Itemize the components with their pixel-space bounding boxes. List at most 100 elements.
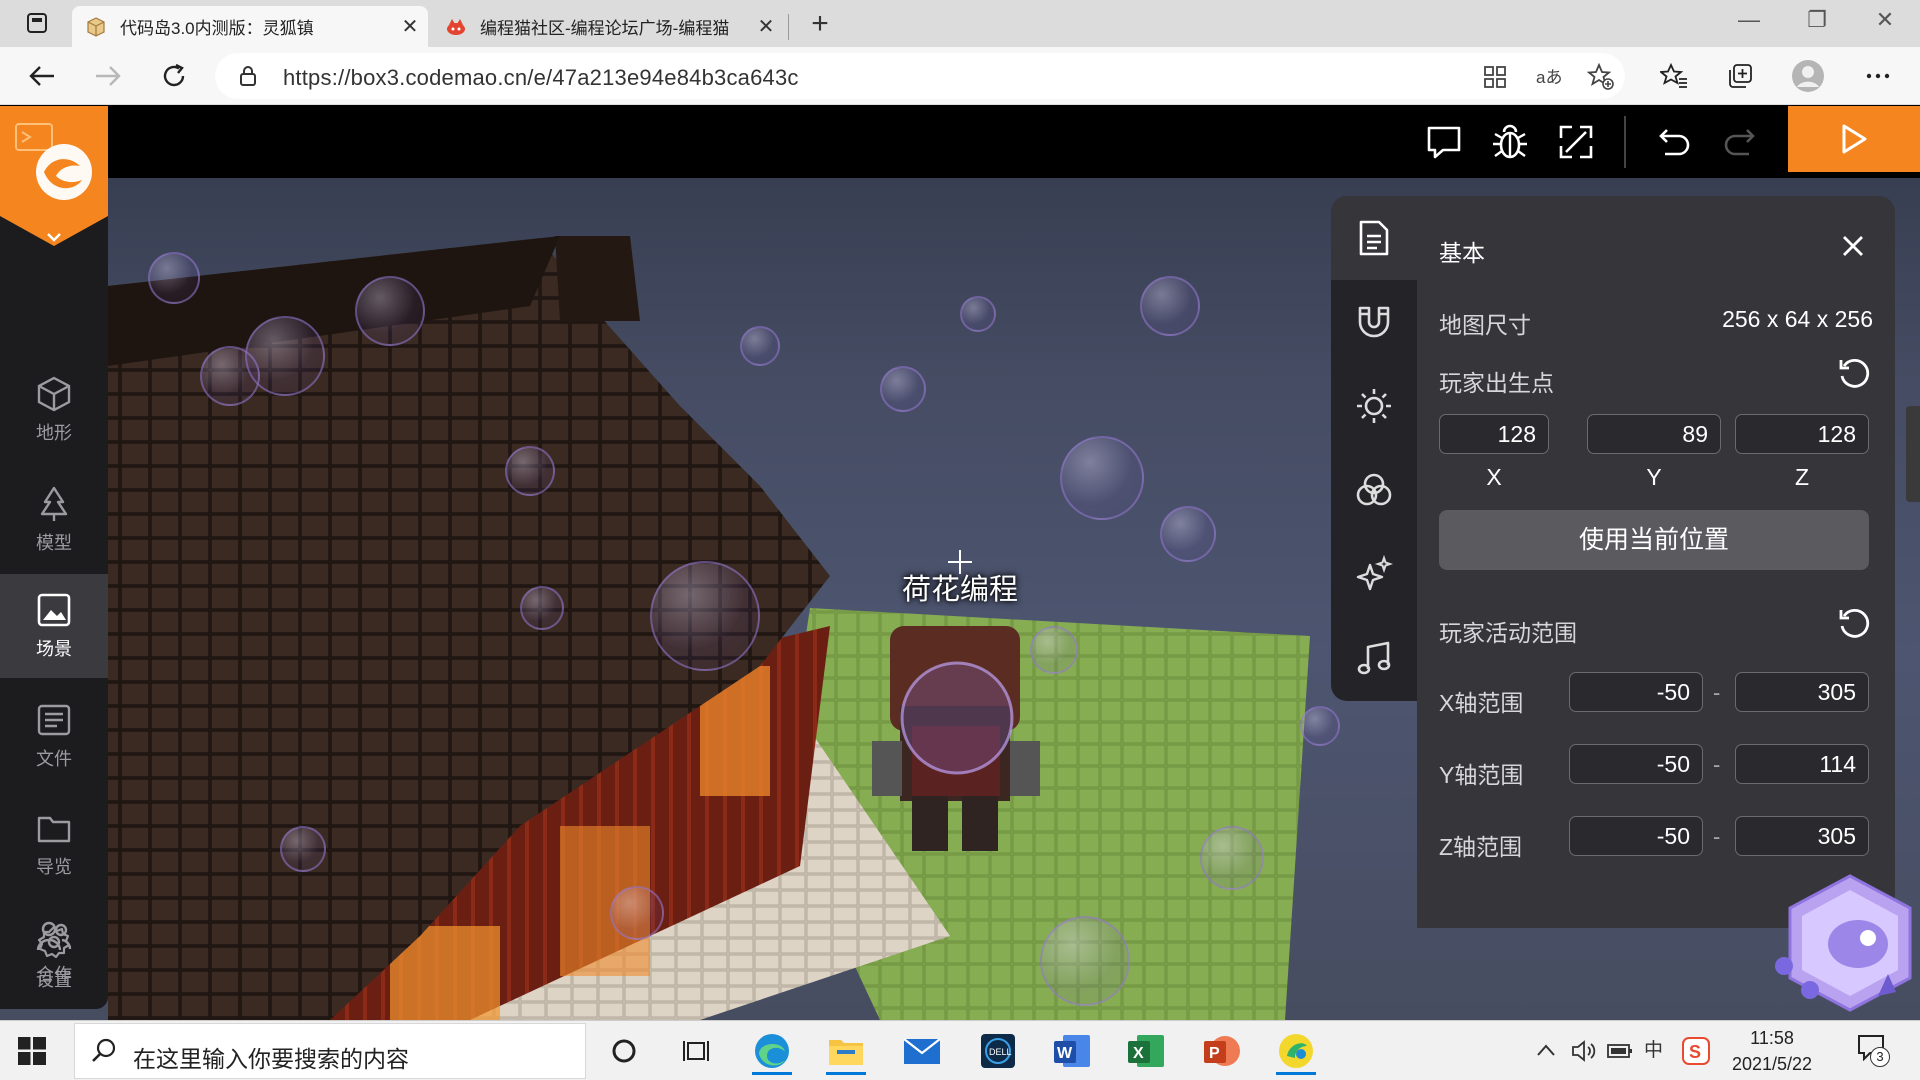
taskbar-file-explorer[interactable] <box>820 1027 872 1075</box>
forward-button[interactable] <box>88 57 128 95</box>
browser-tab-strip: 代码岛3.0内测版：灵狐镇 ✕ 编程猫社区-编程论坛广场-编程猫 ✕ + — ❐… <box>0 0 1920 47</box>
taskbar-search-box[interactable]: 在这里输入你要搜索的内容 <box>74 1023 586 1079</box>
axis-label-y: Y <box>1646 464 1662 490</box>
z-range-min-input[interactable]: -50 <box>1569 816 1703 856</box>
spawn-z-input[interactable]: 128 <box>1735 414 1869 454</box>
editor-viewport[interactable]: 荷花编程 地形 模型 场景 文件 导览 合作 设置 基本 地图尺寸 256 x … <box>0 106 1920 1020</box>
url-text[interactable]: https://box3.codemao.cn/e/47a213e94e84b3… <box>283 65 799 91</box>
assistant-mascot-icon[interactable] <box>1770 874 1920 1020</box>
refresh-button[interactable] <box>154 57 194 95</box>
address-bar[interactable]: https://box3.codemao.cn/e/47a213e94e84b3… <box>215 53 1625 99</box>
taskbar-excel[interactable]: X <box>1120 1027 1172 1075</box>
bubble <box>880 366 926 412</box>
taskbar-mail[interactable] <box>896 1027 948 1075</box>
side-scroll-handle[interactable] <box>1906 406 1920 502</box>
sidebar-item-model[interactable]: 模型 <box>0 468 108 572</box>
play-button[interactable] <box>1788 106 1920 172</box>
z-range-max-input[interactable]: 305 <box>1735 816 1869 856</box>
tab-divider <box>788 14 789 40</box>
rail-lighting[interactable] <box>1331 364 1417 448</box>
svg-text:aあ: aあ <box>1536 68 1562 87</box>
arrow-right-icon <box>96 66 121 86</box>
windows-start-icon[interactable] <box>18 1037 46 1065</box>
excel-icon: X <box>1128 1035 1164 1067</box>
show-hidden-icons-icon[interactable] <box>1536 1043 1556 1057</box>
sidebar-item-settings[interactable]: 设置 <box>0 908 108 1008</box>
axis-label-x: X <box>1486 464 1502 490</box>
tab-close-icon[interactable]: ✕ <box>748 14 784 39</box>
rail-color[interactable] <box>1331 448 1417 532</box>
volume-icon[interactable] <box>1570 1039 1596 1063</box>
tab-actions-icon[interactable] <box>26 12 48 34</box>
y-range-max-input[interactable]: 114 <box>1735 744 1869 784</box>
spawn-x-input[interactable]: 128 <box>1439 414 1549 454</box>
sidebar-item-files[interactable]: 文件 <box>0 684 108 788</box>
back-button[interactable] <box>22 57 62 95</box>
reset-icon[interactable] <box>1837 606 1873 642</box>
tab-codemao-community[interactable]: 编程猫社区-编程论坛广场-编程猫 ✕ <box>432 6 784 47</box>
profile-button[interactable] <box>1788 57 1828 95</box>
lock-icon[interactable] <box>239 65 257 87</box>
action-center-button[interactable]: 3 <box>1856 1033 1896 1069</box>
minimize-button[interactable]: — <box>1716 0 1782 44</box>
redo-icon <box>1724 129 1755 156</box>
tab-close-icon[interactable]: ✕ <box>392 14 428 39</box>
image-icon <box>37 593 71 627</box>
tab-title: 编程猫社区-编程论坛广场-编程猫 <box>480 19 730 38</box>
battery-icon[interactable] <box>1606 1041 1634 1061</box>
arrow-left-icon <box>29 66 54 86</box>
app-available-icon[interactable] <box>1483 65 1507 89</box>
y-range-min-input[interactable]: -50 <box>1569 744 1703 784</box>
settings-more-button[interactable] <box>1858 57 1898 95</box>
bubble <box>1040 916 1130 1006</box>
close-window-button[interactable]: ✕ <box>1852 0 1918 44</box>
sidebar-item-terrain[interactable]: 地形 <box>0 358 108 462</box>
taskbar-codemao-app[interactable] <box>1270 1027 1322 1075</box>
refresh-icon <box>163 63 185 87</box>
debug-button[interactable] <box>1488 120 1532 164</box>
restore-button[interactable]: ❐ <box>1784 0 1850 44</box>
read-aloud-icon[interactable]: aあ <box>1535 65 1563 89</box>
rail-effects[interactable] <box>1331 532 1417 616</box>
bubble <box>1200 826 1264 890</box>
new-tab-button[interactable]: + <box>800 6 840 44</box>
ime-indicator[interactable]: 中 <box>1644 1035 1663 1062</box>
taskbar-word[interactable]: W <box>1046 1027 1098 1075</box>
logo[interactable] <box>0 106 108 346</box>
sidebar-item-label: 文件 <box>36 749 72 769</box>
x-range-min-input[interactable]: -50 <box>1569 672 1703 712</box>
favorite-add-icon[interactable] <box>1587 63 1615 91</box>
play-icon <box>1842 124 1867 154</box>
panel-close-button[interactable] <box>1831 224 1875 268</box>
reset-icon[interactable] <box>1837 356 1873 392</box>
sidebar-item-scene[interactable]: 场景 <box>0 574 108 678</box>
collections-button[interactable] <box>1720 57 1760 95</box>
bug-icon <box>1493 124 1527 159</box>
taskbar-edge[interactable] <box>746 1027 798 1075</box>
x-range-max-input[interactable]: 305 <box>1735 672 1869 712</box>
fullscreen-button[interactable] <box>1554 120 1598 164</box>
chat-button[interactable] <box>1422 120 1466 164</box>
rail-physics[interactable] <box>1331 280 1417 364</box>
spawn-y-input[interactable]: 89 <box>1587 414 1721 454</box>
sidebar-item-tour[interactable]: 导览 <box>0 792 108 896</box>
cortana-button[interactable] <box>598 1027 650 1075</box>
redo-button[interactable] <box>1718 120 1762 164</box>
task-view-button[interactable] <box>670 1027 722 1075</box>
undo-button[interactable] <box>1652 120 1696 164</box>
sogou-input-icon[interactable]: S <box>1682 1037 1710 1065</box>
use-current-position-button[interactable]: 使用当前位置 <box>1439 510 1869 570</box>
favorites-button[interactable] <box>1654 57 1694 95</box>
taskbar-powerpoint[interactable]: P <box>1196 1027 1248 1075</box>
settings-category-rail <box>1331 196 1417 701</box>
powerpoint-icon: P <box>1204 1036 1240 1066</box>
rail-music[interactable] <box>1331 616 1417 700</box>
color-circles-icon <box>1356 473 1392 506</box>
basic-settings-panel: 基本 地图尺寸 256 x 64 x 256 玩家出生点 128 89 128 … <box>1417 196 1895 928</box>
range-separator: - <box>1713 752 1721 777</box>
rail-basic[interactable] <box>1331 196 1417 280</box>
tab-codemao-island[interactable]: 代码岛3.0内测版：灵狐镇 ✕ <box>72 6 428 47</box>
chat-bubble-icon <box>1427 126 1461 159</box>
taskbar-clock[interactable]: 11:58 2021/5/22 <box>1724 1025 1820 1077</box>
taskbar-dell[interactable]: DELL <box>972 1027 1024 1075</box>
